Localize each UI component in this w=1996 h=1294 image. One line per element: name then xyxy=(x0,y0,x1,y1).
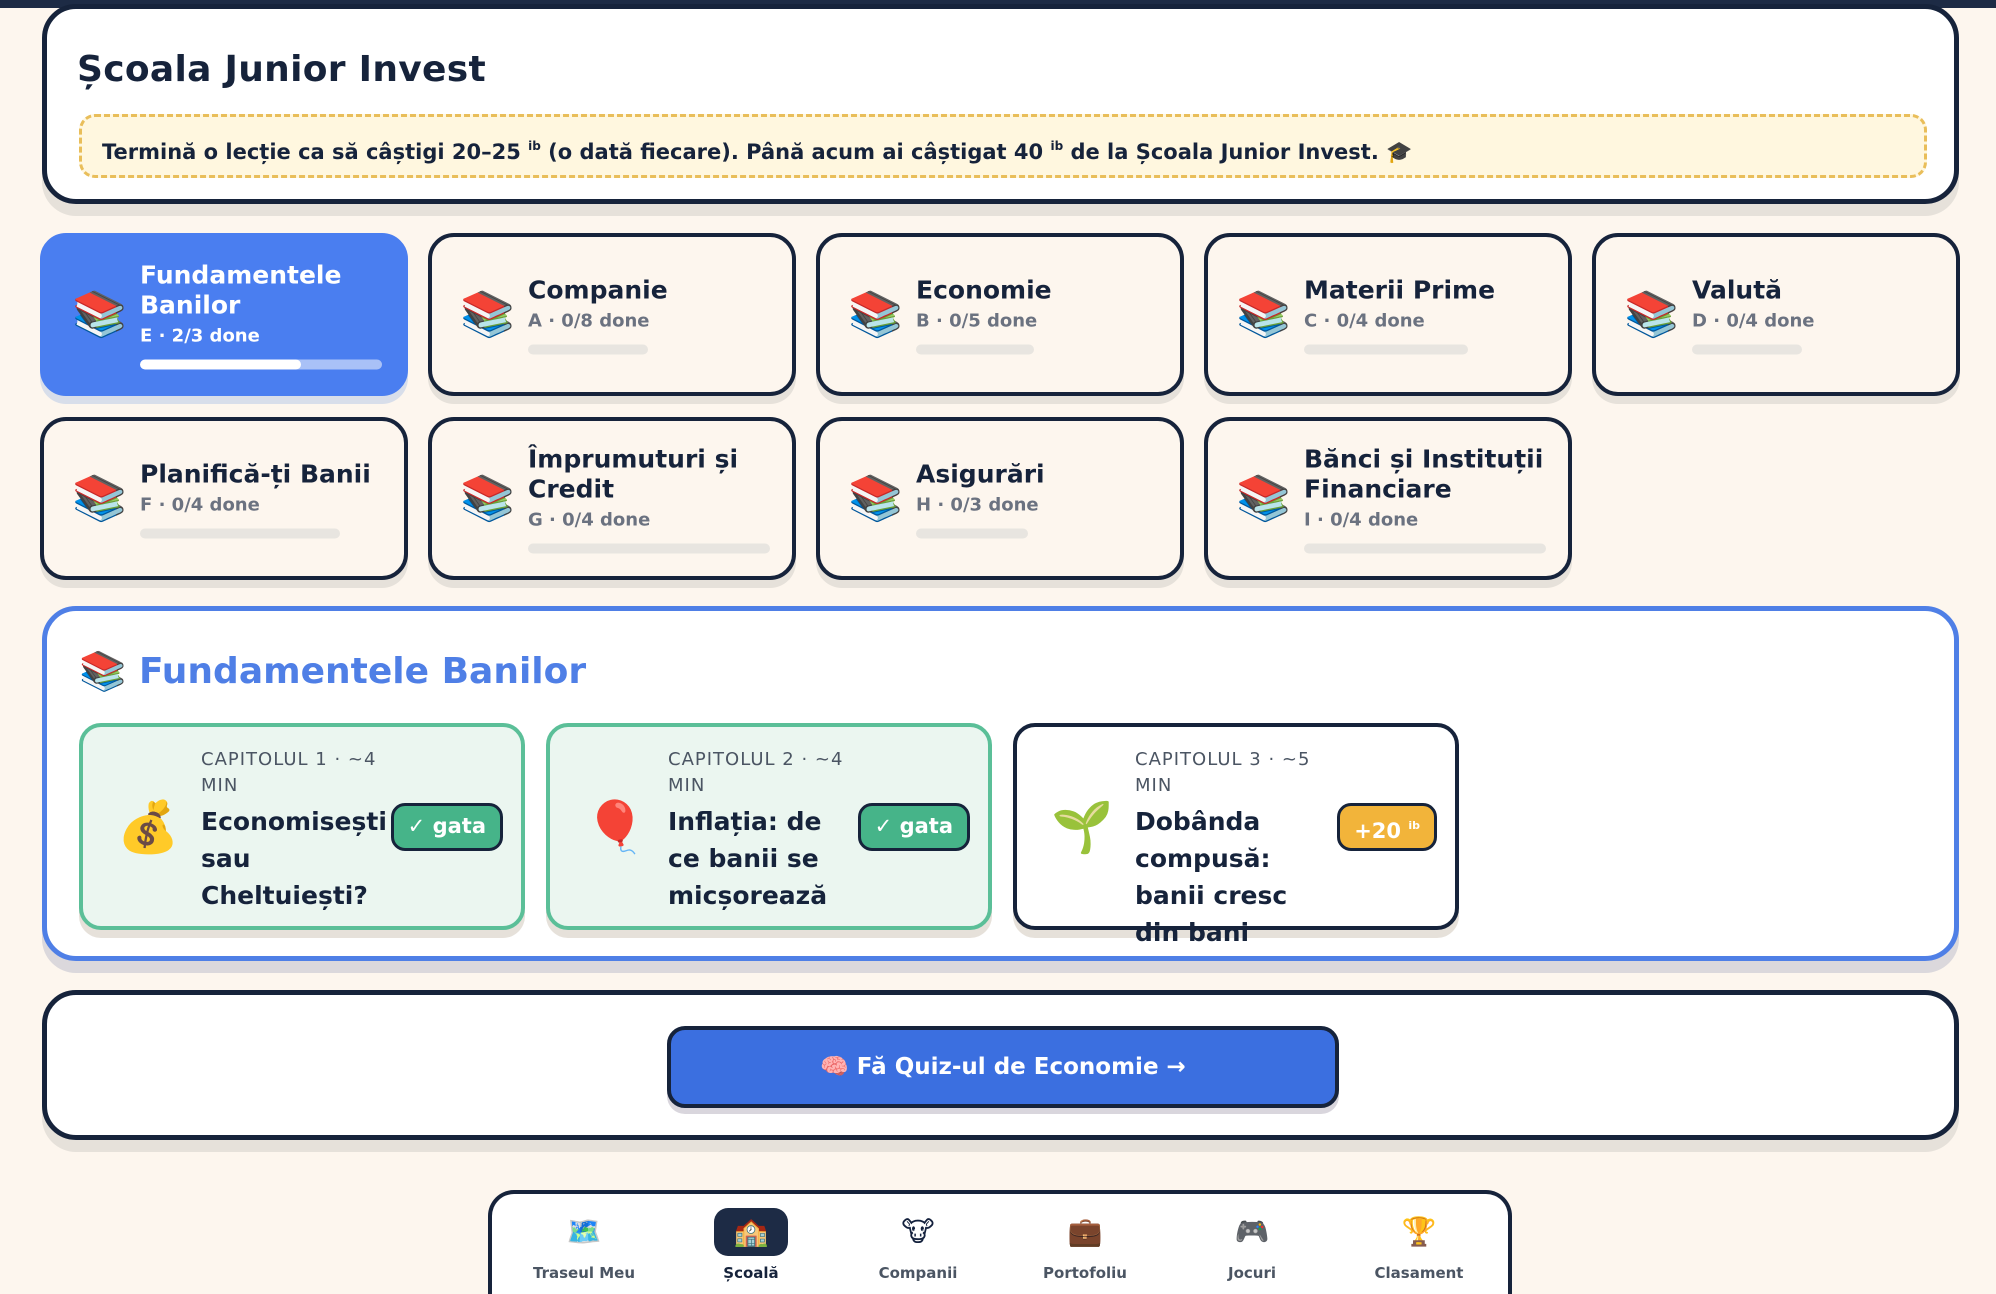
module-progress-text: H · 0/3 done xyxy=(916,494,1039,515)
nav-item-traseul-meu[interactable]: 🗺️ Traseul Meu xyxy=(500,1208,668,1282)
bottom-nav: 🗺️ Traseul Meu 🏫 Școală 🐮 Companii 💼 Por… xyxy=(488,1190,1512,1294)
books-icon: 📚 xyxy=(72,288,127,340)
lesson-meta: CAPITOLUL 2 · ~4 MIN xyxy=(668,749,844,796)
module-progress-text: E · 2/3 done xyxy=(140,325,260,346)
quiz-card: 🧠 Fă Quiz-ul de Economie → xyxy=(42,990,1959,1140)
seedling-icon: 🌱 xyxy=(1051,797,1114,856)
books-icon: 📚 xyxy=(460,288,515,340)
module-name: Companie xyxy=(528,275,668,304)
module-progress-bar xyxy=(1692,344,1802,354)
map-icon: 🗺️ xyxy=(566,1215,602,1248)
module-progress-text: I · 0/4 done xyxy=(1304,509,1419,530)
module-progress-bar xyxy=(140,528,340,538)
banner-text-middle: (o dată fiecare). Până acum ai câștigat … xyxy=(540,140,1051,164)
page-title: Școala Junior Invest xyxy=(77,49,487,90)
module-progress-text: A · 0/8 done xyxy=(528,310,650,331)
module-name: Fundamentele Banilor xyxy=(140,260,342,319)
module-progress-text: G · 0/4 done xyxy=(528,509,651,530)
module-card-imprumuturi-si-credit[interactable]: 📚 Împrumuturi și Credit G · 0/4 done xyxy=(428,417,796,580)
lesson-title: Economisești sau Cheltuiești? xyxy=(201,807,387,910)
info-banner: Termină o lecție ca să câștigi 20–25 ib … xyxy=(79,114,1927,178)
start-quiz-button[interactable]: 🧠 Fă Quiz-ul de Economie → xyxy=(667,1026,1339,1108)
school-icon: 🏫 xyxy=(714,1208,788,1256)
module-progress-bar xyxy=(528,543,770,553)
ib-unit: ib xyxy=(1408,818,1420,832)
module-card-fundamentele-banilor[interactable]: 📚 Fundamentele Banilor E · 2/3 done xyxy=(40,233,408,396)
books-icon: 📚 xyxy=(1236,288,1291,340)
lesson-card-1[interactable]: 💰 CAPITOLUL 1 · ~4 MIN Economisești sau … xyxy=(79,723,525,930)
module-name: Planifică-ți Banii xyxy=(140,459,371,488)
gamepad-icon: 🎮 xyxy=(1234,1215,1270,1248)
module-name: Valută xyxy=(1692,275,1783,304)
lesson-done-badge: ✓ gata xyxy=(390,802,503,851)
lesson-card-3[interactable]: 🌱 CAPITOLUL 3 · ~5 MIN Dobânda compusă: … xyxy=(1013,723,1459,947)
balloon-icon: 🎈 xyxy=(584,797,647,856)
ib-unit: ib xyxy=(1050,139,1064,153)
books-icon: 📚 xyxy=(848,472,903,524)
module-detail-title: Fundamentele Banilor xyxy=(139,651,587,692)
lesson-reward-badge: +20 ib xyxy=(1337,802,1437,851)
books-icon: 📚 xyxy=(460,472,515,524)
nav-label: Traseul Meu xyxy=(532,1264,636,1282)
module-progress-text: F · 0/4 done xyxy=(140,494,260,515)
lesson-title: Dobânda compusă: banii cresc din bani xyxy=(1135,807,1288,947)
banner-text-start: Termină o lecție ca să câștigi 20–25 xyxy=(102,140,529,164)
module-detail-panel: 📚 Fundamentele Banilor 💰 CAPITOLUL 1 · ~… xyxy=(42,606,1959,961)
books-icon: 📚 xyxy=(79,649,127,693)
module-progress-bar xyxy=(916,344,1034,354)
lesson-meta: CAPITOLUL 1 · ~4 MIN xyxy=(201,749,377,796)
books-icon: 📚 xyxy=(1236,472,1291,524)
module-name: Economie xyxy=(916,275,1052,304)
books-icon: 📚 xyxy=(72,472,127,524)
trophy-icon: 🏆 xyxy=(1401,1215,1437,1248)
reward-amount: +20 xyxy=(1354,818,1402,843)
nav-label: Portofoliu xyxy=(1043,1264,1127,1282)
nav-label: Jocuri xyxy=(1228,1264,1276,1282)
lesson-title: Inflația: de ce banii se micșorează xyxy=(668,807,828,910)
ib-unit: ib xyxy=(528,139,541,153)
module-card-economie[interactable]: 📚 Economie B · 0/5 done xyxy=(816,233,1184,396)
module-progress-text: D · 0/4 done xyxy=(1692,310,1815,331)
books-icon: 📚 xyxy=(848,288,903,340)
module-progress-bar xyxy=(1304,543,1546,553)
module-progress-bar xyxy=(1304,344,1468,354)
nav-item-jocuri[interactable]: 🎮 Jocuri xyxy=(1168,1208,1336,1282)
module-progress-bar xyxy=(528,344,648,354)
nav-item-companii[interactable]: 🐮 Companii xyxy=(834,1208,1002,1282)
module-name: Bănci și Instituții Financiare xyxy=(1304,444,1544,503)
nav-label: Școală xyxy=(723,1264,779,1282)
lesson-meta: CAPITOLUL 3 · ~5 MIN xyxy=(1135,749,1311,796)
module-name: Împrumuturi și Credit xyxy=(528,444,739,503)
module-card-materii-prime[interactable]: 📚 Materii Prime C · 0/4 done xyxy=(1204,233,1572,396)
lesson-done-badge: ✓ gata xyxy=(857,802,970,851)
lesson-card-2[interactable]: 🎈 CAPITOLUL 2 · ~4 MIN Inflația: de ce b… xyxy=(546,723,992,930)
module-progress-bar xyxy=(140,359,382,369)
module-progress-fill xyxy=(140,359,302,369)
header-card: Școala Junior Invest Termină o lecție ca… xyxy=(42,4,1959,204)
module-name: Materii Prime xyxy=(1304,275,1496,304)
module-card-valuta[interactable]: 📚 Valută D · 0/4 done xyxy=(1592,233,1960,396)
module-card-companie[interactable]: 📚 Companie A · 0/8 done xyxy=(428,233,796,396)
module-name: Asigurări xyxy=(916,459,1045,488)
module-card-asigurari[interactable]: 📚 Asigurări H · 0/3 done xyxy=(816,417,1184,580)
nav-item-clasament[interactable]: 🏆 Clasament xyxy=(1335,1208,1503,1282)
banner-text-end: de la Școala Junior Invest. 🎓 xyxy=(1063,140,1413,164)
cow-icon: 🐮 xyxy=(901,1215,935,1248)
nav-label: Clasament xyxy=(1374,1264,1464,1282)
books-icon: 📚 xyxy=(1624,288,1679,340)
briefcase-icon: 💼 xyxy=(1067,1215,1103,1248)
module-progress-text: C · 0/4 done xyxy=(1304,310,1425,331)
nav-item-scoala[interactable]: 🏫 Școală xyxy=(667,1208,835,1282)
module-progress-text: B · 0/5 done xyxy=(916,310,1038,331)
nav-item-portofoliu[interactable]: 💼 Portofoliu xyxy=(1001,1208,1169,1282)
module-card-banci-si-institutii-financiare[interactable]: 📚 Bănci și Instituții Financiare I · 0/4… xyxy=(1204,417,1572,580)
nav-label: Companii xyxy=(878,1264,958,1282)
module-progress-bar xyxy=(916,528,1028,538)
money-bag-icon: 💰 xyxy=(117,797,180,856)
module-card-planifica-ti-banii[interactable]: 📚 Planifică-ți Banii F · 0/4 done xyxy=(40,417,408,580)
